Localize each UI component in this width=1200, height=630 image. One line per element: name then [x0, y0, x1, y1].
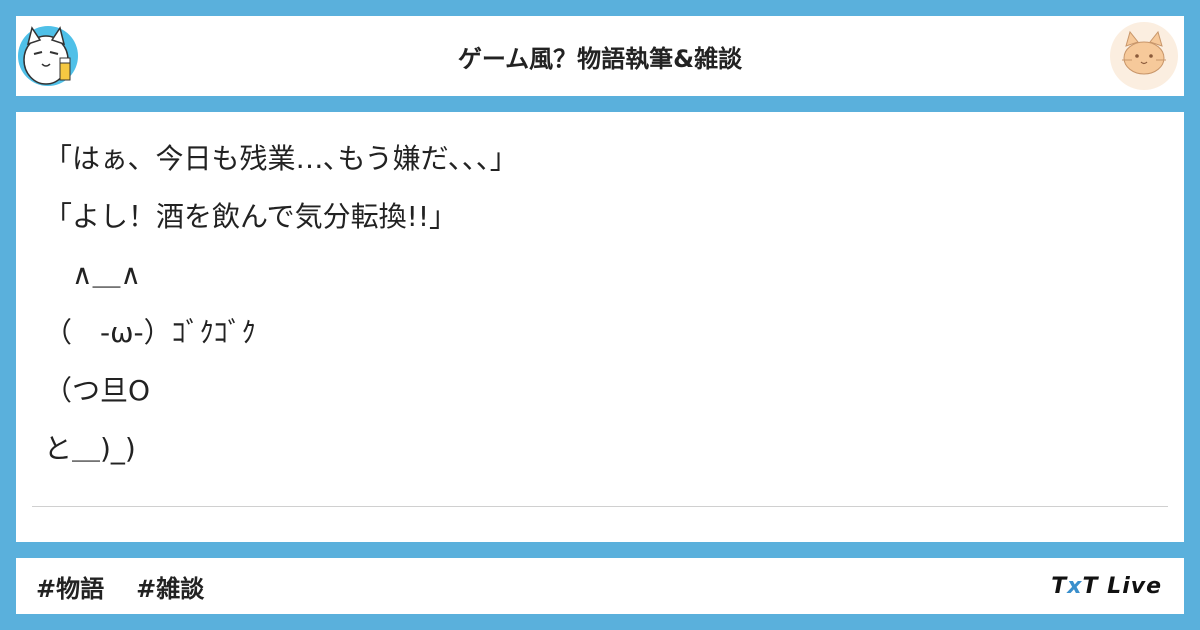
post-line: 「はぁ、今日も残業…､もう嫌だ、、、」: [44, 142, 518, 175]
header-bar: ゲーム風？物語執筆&雑談: [16, 16, 1184, 96]
post-line: （ -ω-）ｺﾞｸｺﾞｸ: [44, 316, 256, 349]
brand-logo-t: T: [1082, 573, 1099, 599]
post-text: 「はぁ、今日も残業…､もう嫌だ、、、」 「よし！酒を飲んで気分転換!!」 ∧＿∧…: [44, 130, 1156, 478]
post-line: 「よし！酒を飲んで気分転換!!」: [44, 200, 458, 233]
hashtag-link[interactable]: #雑談: [136, 569, 204, 604]
brand-logo-t: T: [1051, 573, 1068, 599]
hashtag-link[interactable]: #物語: [36, 569, 104, 604]
hashtag-list: #物語 #雑談: [36, 558, 204, 614]
brand-logo-x: x: [1067, 573, 1083, 599]
post-body: 「はぁ、今日も残業…､もう嫌だ、、、」 「よし！酒を飲んで気分転換!!」 ∧＿∧…: [16, 112, 1184, 542]
divider: [32, 506, 1168, 507]
post-line: と＿)_): [44, 432, 136, 465]
cat-face-avatar-icon: [1108, 20, 1180, 92]
post-line: ∧＿∧: [44, 258, 141, 291]
post-line: （つ旦O: [44, 374, 151, 407]
page-title: ゲーム風？物語執筆&雑談: [457, 44, 743, 73]
brand-logo: TxT Live: [1051, 558, 1162, 614]
footer-bar: #物語 #雑談 TxT Live: [16, 558, 1184, 614]
brand-logo-live: Live: [1098, 573, 1162, 599]
